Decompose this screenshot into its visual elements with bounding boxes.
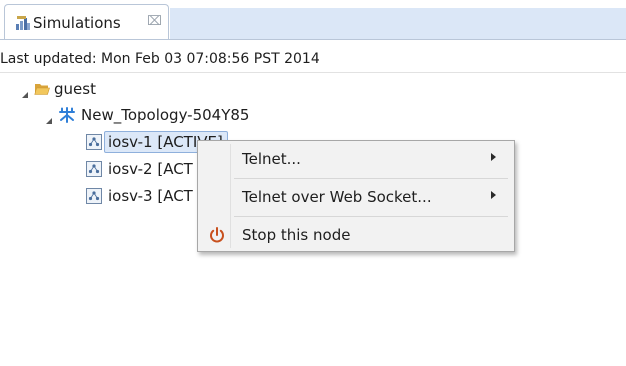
- folder-open-icon: [34, 81, 50, 97]
- tree-label-topology: New_Topology-504Y85: [81, 106, 250, 124]
- router-node-icon: [86, 188, 102, 204]
- tree-label-guest: guest: [54, 80, 96, 98]
- menu-item-telnet-web-socket[interactable]: Telnet over Web Socket...: [201, 182, 511, 212]
- tab-label: Simulations: [33, 14, 121, 32]
- close-icon[interactable]: ⌧: [147, 12, 162, 32]
- menu-item-label: Stop this node: [242, 226, 351, 244]
- node-context-menu: Telnet... Telnet over Web Socket... Stop…: [197, 140, 515, 252]
- router-node-icon: [86, 134, 102, 150]
- tree-item-iosv-2[interactable]: iosv-2 [ACT: [0, 158, 200, 180]
- submenu-arrow-icon: [491, 191, 496, 199]
- tree-label-iosv-3: iosv-3 [ACT: [108, 187, 193, 205]
- tree-label-iosv-2: iosv-2 [ACT: [108, 160, 193, 178]
- last-updated-text: Last updated: Mon Feb 03 07:08:56 PST 20…: [0, 51, 320, 67]
- power-icon: [208, 226, 226, 244]
- tree-item-iosv-3[interactable]: iosv-3 [ACT: [0, 185, 200, 207]
- tab-divider: [0, 39, 626, 40]
- menu-item-label: Telnet over Web Socket...: [242, 188, 432, 206]
- expanded-twisty-icon[interactable]: [44, 110, 54, 124]
- router-node-icon: [86, 161, 102, 177]
- topology-icon: [58, 107, 75, 123]
- tree-item-guest[interactable]: guest: [0, 78, 200, 100]
- status-divider: [0, 72, 626, 73]
- expanded-twisty-icon[interactable]: [20, 84, 30, 98]
- simulations-view: Simulations ⌧ Last updated: Mon Feb 03 0…: [0, 0, 626, 366]
- tab-strip-background: [170, 8, 626, 40]
- simulations-icon: [15, 15, 31, 31]
- view-tab-strip: Simulations ⌧: [0, 0, 626, 40]
- submenu-arrow-icon: [491, 153, 496, 161]
- tab-simulations[interactable]: Simulations ⌧: [4, 4, 169, 40]
- menu-item-stop-node[interactable]: Stop this node: [201, 220, 511, 250]
- menu-separator: [234, 216, 508, 217]
- tree-item-topology[interactable]: New_Topology-504Y85: [0, 104, 300, 126]
- menu-separator: [234, 178, 508, 179]
- menu-item-telnet[interactable]: Telnet...: [201, 144, 511, 174]
- menu-item-label: Telnet...: [242, 150, 301, 168]
